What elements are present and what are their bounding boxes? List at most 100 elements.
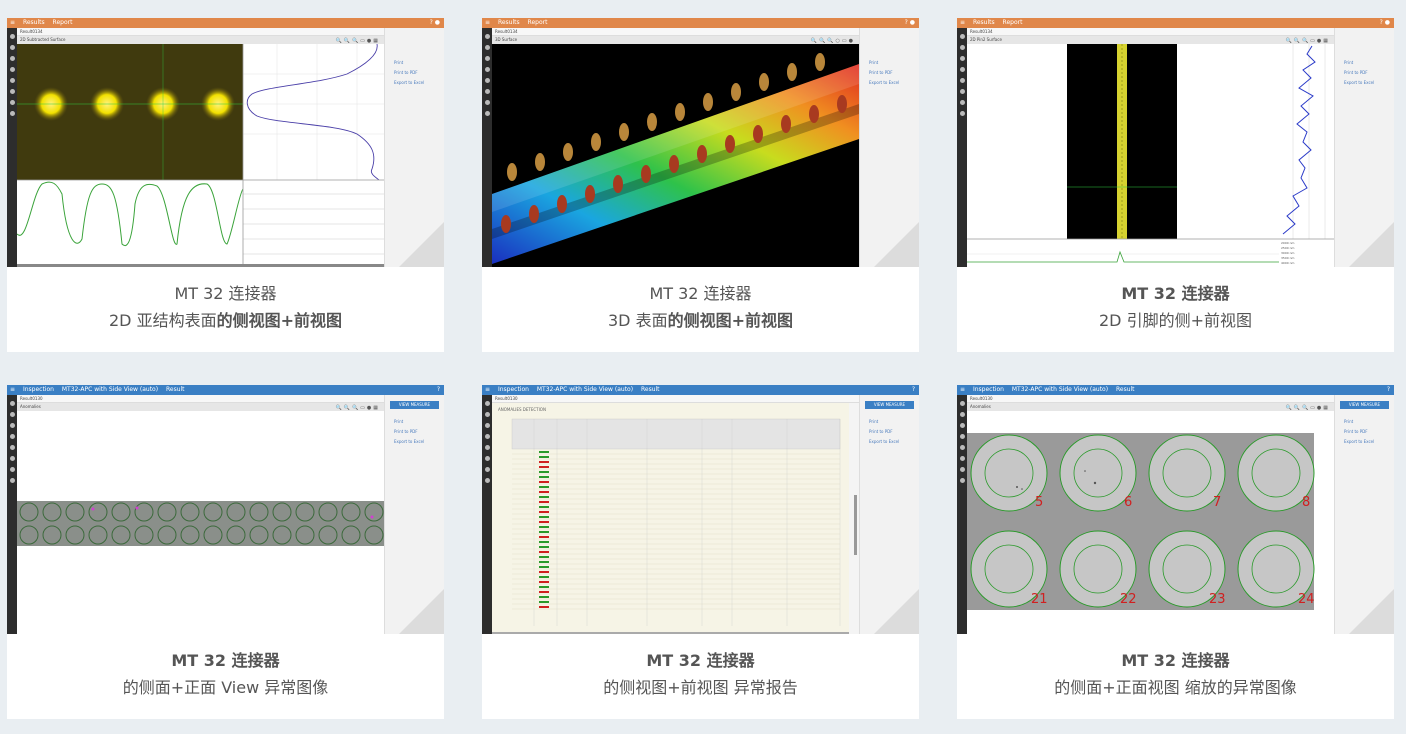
- card-anomaly-report[interactable]: ≡ Inspection MT32-APC with Side View (au…: [482, 385, 919, 719]
- fiber-strip: [17, 501, 384, 546]
- tab-report[interactable]: Report: [1003, 19, 1023, 26]
- menu-icon[interactable]: ≡: [960, 19, 965, 26]
- view-measure-button[interactable]: VIEW MEASURE: [1340, 401, 1389, 409]
- report-view: ANOMALIES DETECTION: [492, 403, 849, 634]
- app-sidebar: [957, 28, 967, 267]
- tab-result[interactable]: Result: [166, 386, 185, 393]
- anomaly-table: [511, 418, 841, 626]
- tab-inspection[interactable]: Inspection: [23, 386, 54, 393]
- export-excel-link[interactable]: Export to Excel: [394, 439, 444, 445]
- report-title: ANOMALIES DETECTION: [498, 407, 546, 412]
- caption-line2: 的侧视图+前视图 异常报告: [482, 674, 919, 701]
- print-pdf-link[interactable]: Print to PDF: [1344, 429, 1394, 435]
- help-icon[interactable]: ? ●: [1380, 18, 1390, 28]
- caption-line2: 2D 亚结构表面的侧视图+前视图: [7, 307, 444, 334]
- view-toolbar: 2D Pin2 Surface 🔍🔍🔍▭●▦: [967, 36, 1334, 44]
- export-excel-link[interactable]: Export to Excel: [1344, 439, 1394, 445]
- print-link[interactable]: Print: [869, 60, 919, 66]
- tab-results[interactable]: Results: [23, 19, 45, 26]
- view-measure-button[interactable]: VIEW MEASURE: [390, 401, 439, 409]
- help-icon[interactable]: ?: [912, 385, 915, 395]
- view-measure-button[interactable]: VIEW MEASURE: [865, 401, 914, 409]
- app-topbar: ≡ Results Report ? ●: [7, 18, 444, 28]
- card-3d-surface[interactable]: ≡ Results Report ? ● Result0134 3D Surfa…: [482, 18, 919, 352]
- fiber-label-6: 6: [1124, 495, 1133, 510]
- tab-report[interactable]: Report: [528, 19, 548, 26]
- menu-icon[interactable]: ≡: [10, 386, 15, 393]
- caption-sub: 的侧面+正面视图 缩放的异常图像: [1054, 678, 1297, 697]
- svg-text:3000 nm: 3000 nm: [1281, 251, 1294, 255]
- print-link[interactable]: Print: [869, 419, 919, 425]
- surface-view: 2000 nm 2500 nm 3000 nm 3500 nm 4000 nm: [967, 44, 1334, 267]
- card-zoomed-anomaly[interactable]: ≡ Inspection MT32-APC with Side View (au…: [957, 385, 1394, 719]
- app-topbar: ≡ Results Report ? ●: [482, 18, 919, 28]
- caption-title: MT 32 连接器: [1121, 284, 1230, 303]
- side-panel: VIEW MEASURE Print Print to PDF Export t…: [384, 395, 444, 634]
- app-topbar: ≡ Inspection MT32-APC with Side View (au…: [957, 385, 1394, 395]
- print-link[interactable]: Print: [1344, 60, 1394, 66]
- card-2d-pin[interactable]: ≡ Results Report ? ● Result0134 2D Pin2 …: [957, 18, 1394, 352]
- print-pdf-link[interactable]: Print to PDF: [394, 429, 444, 435]
- print-link[interactable]: Print: [394, 419, 444, 425]
- print-link[interactable]: Print: [1344, 419, 1394, 425]
- tab-recipe[interactable]: MT32-APC with Side View (auto): [62, 386, 158, 393]
- tab-recipe[interactable]: MT32-APC with Side View (auto): [537, 386, 633, 393]
- help-icon[interactable]: ?: [1387, 385, 1390, 395]
- caption-title: MT 32 连接器: [174, 284, 277, 303]
- screenshot: ≡ Results Report ? ● Result0134 3D Surfa…: [482, 18, 919, 267]
- corner-decoration: [399, 222, 444, 267]
- help-icon[interactable]: ? ●: [430, 18, 440, 28]
- print-pdf-link[interactable]: Print to PDF: [869, 70, 919, 76]
- fiber-label-22: 22: [1120, 592, 1137, 607]
- app-topbar: ≡ Inspection MT32-APC with Side View (au…: [7, 385, 444, 395]
- card-caption: MT 32 连接器 2D 引脚的侧+前视图: [957, 267, 1394, 352]
- export-excel-link[interactable]: Export to Excel: [869, 439, 919, 445]
- tab-recipe[interactable]: MT32-APC with Side View (auto): [1012, 386, 1108, 393]
- tab-result[interactable]: Result: [1116, 386, 1135, 393]
- view-name: 2D Subtracted Surface: [20, 37, 66, 42]
- app-topbar: ≡ Inspection MT32-APC with Side View (au…: [482, 385, 919, 395]
- card-2d-substructure[interactable]: ≡ Results Report ? ● Result0134 2D Subtr…: [7, 18, 444, 352]
- export-excel-link[interactable]: Export to Excel: [869, 80, 919, 86]
- menu-icon[interactable]: ≡: [485, 386, 490, 393]
- card-caption: MT 32 连接器 的侧面+正面视图 缩放的异常图像: [957, 634, 1394, 719]
- surface-plot: [17, 44, 384, 267]
- screenshot: ≡ Inspection MT32-APC with Side View (au…: [482, 385, 919, 634]
- screenshot: ≡ Inspection MT32-APC with Side View (au…: [957, 385, 1394, 634]
- print-pdf-link[interactable]: Print to PDF: [1344, 70, 1394, 76]
- tab-result[interactable]: Result: [641, 386, 660, 393]
- app-sidebar: [482, 28, 492, 267]
- view-toolbar: Anomalies 🔍🔍🔍▭●▦: [17, 403, 384, 411]
- corner-decoration: [874, 589, 919, 634]
- tab-inspection[interactable]: Inspection: [498, 386, 529, 393]
- vertical-scrollbar[interactable]: [854, 495, 857, 555]
- tab-results[interactable]: Results: [973, 19, 995, 26]
- print-pdf-link[interactable]: Print to PDF: [394, 70, 444, 76]
- corner-decoration: [1349, 589, 1394, 634]
- view-toolbar: 3D Surface 🔍🔍🔍○▭●: [492, 36, 859, 44]
- tab-report[interactable]: Report: [53, 19, 73, 26]
- tab-inspection[interactable]: Inspection: [973, 386, 1004, 393]
- caption-line1: MT 32 连接器: [482, 280, 919, 307]
- zoomed-view: 5 6 7 8 21 22 23 24: [967, 411, 1334, 634]
- card-caption: MT 32 连接器 的侧视图+前视图 异常报告: [482, 634, 919, 719]
- breadcrumb: Result0130: [967, 395, 1334, 403]
- card-side-front-anomaly[interactable]: ≡ Inspection MT32-APC with Side View (au…: [7, 385, 444, 719]
- corner-decoration: [874, 222, 919, 267]
- menu-icon[interactable]: ≡: [10, 19, 15, 26]
- menu-icon[interactable]: ≡: [960, 386, 965, 393]
- side-panel: Print Print to PDF Export to Excel: [859, 28, 919, 267]
- view-toolbar: Anomalies 🔍🔍🔍▭●▦: [967, 403, 1334, 411]
- help-icon[interactable]: ?: [437, 385, 440, 395]
- tab-results[interactable]: Results: [498, 19, 520, 26]
- export-excel-link[interactable]: Export to Excel: [394, 80, 444, 86]
- caption-sub: 3D 表面: [607, 311, 668, 330]
- help-icon[interactable]: ? ●: [905, 18, 915, 28]
- caption-sub-bold: 的侧视图+前视图: [667, 311, 793, 330]
- breadcrumb: Result0130: [17, 395, 384, 403]
- print-pdf-link[interactable]: Print to PDF: [869, 429, 919, 435]
- export-excel-link[interactable]: Export to Excel: [1344, 80, 1394, 86]
- surface-view: [17, 44, 384, 267]
- print-link[interactable]: Print: [394, 60, 444, 66]
- menu-icon[interactable]: ≡: [485, 19, 490, 26]
